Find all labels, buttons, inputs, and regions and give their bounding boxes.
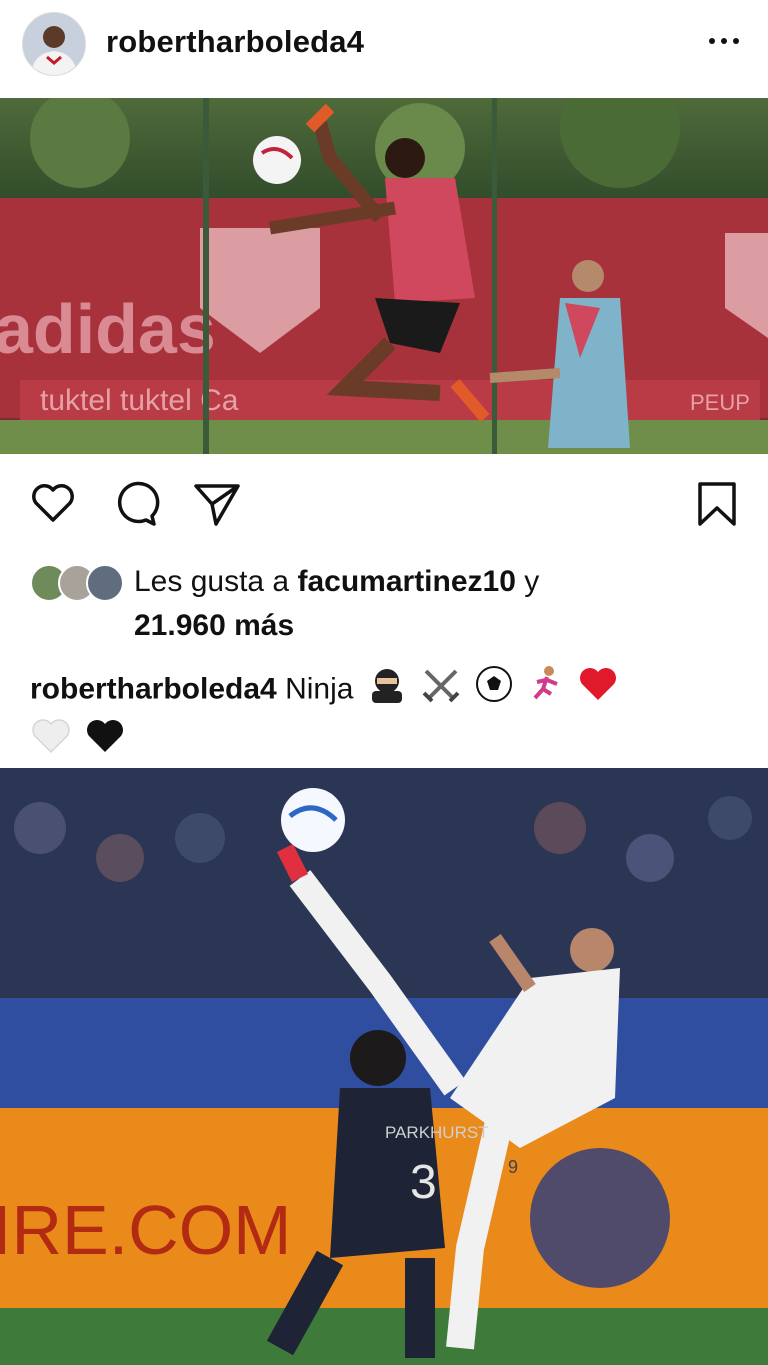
post-image-second[interactable]: IRE.COM 9 PARKHURST 3: [0, 768, 768, 1365]
banner-brand: adidas: [0, 290, 216, 368]
red-heart-icon: [577, 665, 619, 716]
svg-text:PEUP: PEUP: [690, 390, 750, 415]
profile-avatar[interactable]: [22, 12, 86, 76]
jersey-name: PARKHURST: [385, 1123, 489, 1142]
black-heart-icon: [84, 717, 126, 768]
runner-icon: [527, 664, 565, 717]
jersey-number: 3: [410, 1156, 437, 1209]
soccer-ball-icon: [474, 664, 514, 717]
share-icon[interactable]: [192, 478, 242, 528]
likes-joiner: y: [524, 565, 540, 598]
white-heart-icon: [30, 717, 72, 768]
likes-summary[interactable]: Les gusta a facumartinez10 y 21.960 más: [30, 558, 750, 648]
comment-icon[interactable]: [110, 478, 160, 528]
likes-count[interactable]: 21.960: [134, 609, 226, 642]
liker-avatars: [30, 564, 124, 602]
more-options-icon[interactable]: [704, 26, 744, 56]
jersey-number-2: 9: [508, 1157, 518, 1177]
likes-suffix[interactable]: más: [234, 609, 294, 642]
banner-text: IRE.COM: [0, 1191, 291, 1269]
liker-avatar: [86, 564, 124, 602]
save-bookmark-icon[interactable]: [692, 478, 742, 528]
caption-text: Ninja: [285, 672, 354, 706]
crossed-swords-icon: [420, 665, 462, 716]
post-actions: [0, 470, 768, 540]
post-image[interactable]: tuktel tuktel Ca PEUP adidas: [0, 98, 768, 454]
ninja-icon: [366, 665, 408, 716]
post-username[interactable]: robertharboleda4: [106, 24, 364, 60]
post-caption: robertharboleda4 Ninja: [30, 664, 750, 768]
caption-username[interactable]: robertharboleda4: [30, 672, 277, 705]
post-header: robertharboleda4: [0, 0, 768, 96]
first-liker-username[interactable]: facumartinez10: [297, 565, 515, 598]
like-icon[interactable]: [28, 478, 78, 528]
likes-text: Les gusta a facumartinez10 y 21.960 más: [134, 560, 734, 648]
likes-prefix: Les gusta a: [134, 565, 290, 598]
